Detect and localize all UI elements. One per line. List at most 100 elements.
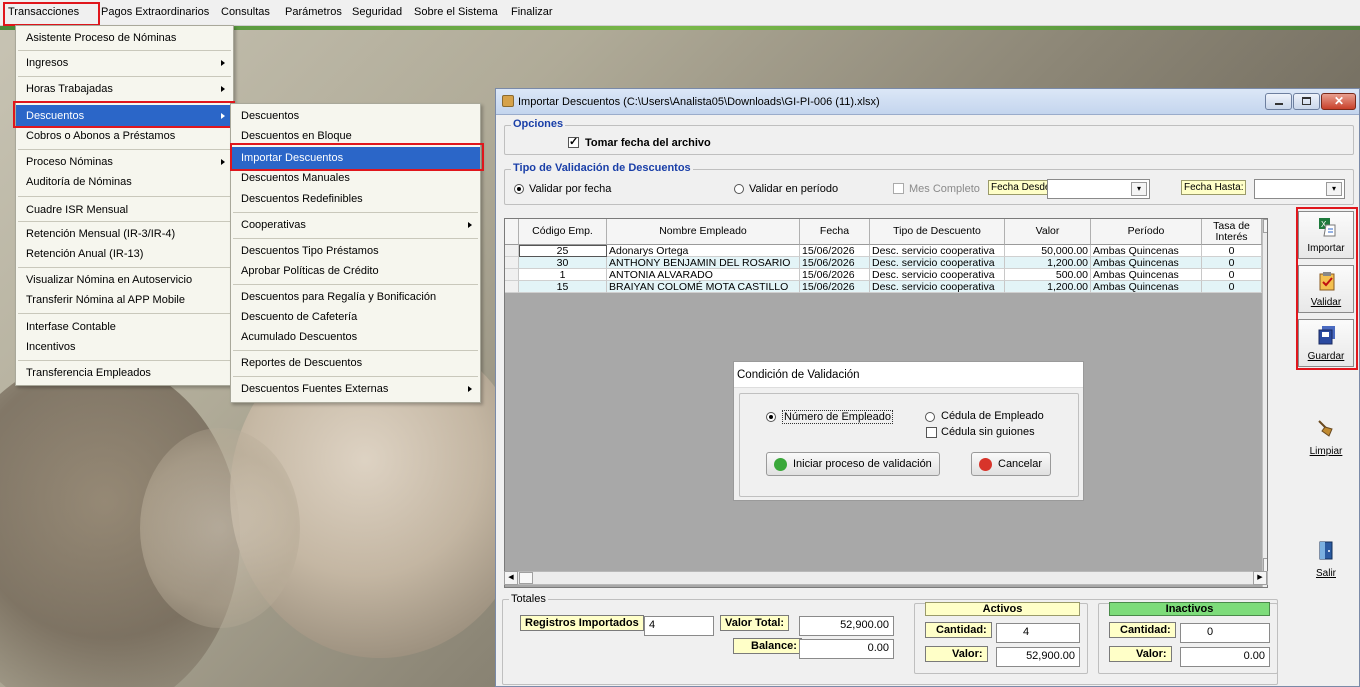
cell-nombre[interactable]: ANTONIA ALVARADO [607, 269, 800, 281]
col-header-fecha[interactable]: Fecha [800, 219, 870, 245]
cell-tipo[interactable]: Desc. servicio cooperativa [870, 269, 1005, 281]
menu-item-visualizar-nomina[interactable]: Visualizar Nómina en Autoservicio [16, 269, 233, 291]
minimize-icon [1275, 103, 1283, 105]
cell-tasa[interactable]: 0 [1202, 245, 1262, 257]
cell-periodo[interactable]: Ambas Quincenas [1091, 269, 1202, 281]
menu-item-descuentos-tipo-prestamos[interactable]: Descuentos Tipo Préstamos [231, 240, 480, 262]
menu-item-transferencia-empleados[interactable]: Transferencia Empleados [16, 362, 233, 384]
menu-item-asistente-proceso[interactable]: Asistente Proceso de Nóminas [16, 27, 233, 49]
mes-completo-checkbox[interactable] [893, 183, 904, 194]
cell-valor[interactable]: 1,200.00 [1005, 257, 1091, 269]
col-header-tasa[interactable]: Tasa de Interés [1202, 219, 1262, 245]
cell-fecha[interactable]: 15/06/2026 [800, 245, 870, 257]
cell-codigo[interactable]: 15 [519, 281, 607, 293]
cell-periodo[interactable]: Ambas Quincenas [1091, 257, 1202, 269]
tomar-fecha-checkbox[interactable] [568, 135, 579, 148]
menu-finalizar[interactable]: Finalizar [511, 6, 553, 18]
table-vertical-scrollbar[interactable]: ▲ ▼ [1262, 219, 1267, 587]
menu-item-transferir-nomina[interactable]: Transferir Nómina al APP Mobile [16, 289, 233, 311]
calendar-dropdown-icon[interactable]: ▾ [1131, 182, 1147, 196]
cell-tipo[interactable]: Desc. servicio cooperativa [870, 245, 1005, 257]
scroll-down-icon[interactable]: ▼ [1263, 558, 1267, 572]
salir-label: Salir [1315, 568, 1336, 579]
calendar-dropdown-icon[interactable]: ▾ [1326, 182, 1342, 196]
cell-valor[interactable]: 1,200.00 [1005, 281, 1091, 293]
menu-item-aprobar-politicas[interactable]: Aprobar Políticas de Crédito [231, 260, 480, 282]
maximize-button[interactable] [1293, 93, 1320, 110]
scroll-thumb[interactable] [519, 572, 533, 584]
menu-item-descuentos[interactable]: Descuentos [231, 105, 480, 127]
cell-tasa[interactable]: 0 [1202, 281, 1262, 293]
fecha-hasta-field[interactable]: ▾ [1254, 179, 1345, 199]
cancelar-button[interactable]: Cancelar [971, 452, 1051, 476]
scroll-up-icon[interactable]: ▲ [1263, 219, 1267, 233]
menu-pagos-extraordinarios[interactable]: Pagos Extraordinarios [101, 6, 209, 18]
opciones-group: Opciones Tomar fecha del archivo [504, 118, 1354, 155]
cell-tasa[interactable]: 0 [1202, 257, 1262, 269]
menu-item-regalia-bonificacion[interactable]: Descuentos para Regalía y Bonificación [231, 286, 480, 308]
menu-sobre-el-sistema[interactable]: Sobre el Sistema [414, 6, 498, 18]
menu-item-proceso-nominas[interactable]: Proceso Nóminas [16, 151, 233, 173]
salir-button[interactable]: Salir [1298, 535, 1354, 583]
numero-empleado-radio[interactable] [766, 412, 776, 422]
cell-codigo[interactable]: 1 [519, 269, 607, 281]
col-header-nombre[interactable]: Nombre Empleado [607, 219, 800, 245]
menubar: Transacciones Pagos Extraordinarios Cons… [0, 0, 1360, 26]
menu-item-cuadre-isr[interactable]: Cuadre ISR Mensual [16, 199, 233, 221]
menu-item-cobros-abonos[interactable]: Cobros o Abonos a Préstamos [16, 125, 233, 147]
cell-nombre[interactable]: ANTHONY BENJAMIN DEL ROSARIO [607, 257, 800, 269]
close-button[interactable]: ✕ [1321, 93, 1356, 110]
menu-consultas[interactable]: Consultas [221, 6, 270, 18]
cell-fecha[interactable]: 15/06/2026 [800, 257, 870, 269]
minimize-button[interactable] [1265, 93, 1292, 110]
cell-periodo[interactable]: Ambas Quincenas [1091, 281, 1202, 293]
cell-nombre[interactable]: Adonarys Ortega [607, 245, 800, 257]
cell-valor[interactable]: 50,000.00 [1005, 245, 1091, 257]
col-header-codigo[interactable]: Código Emp. [519, 219, 607, 245]
menu-seguridad[interactable]: Seguridad [352, 6, 402, 18]
cedula-empleado-radio[interactable] [925, 412, 935, 422]
menu-item-auditoria-nominas[interactable]: Auditoría de Nóminas [16, 171, 233, 193]
cell-periodo[interactable]: Ambas Quincenas [1091, 245, 1202, 257]
table-horizontal-scrollbar[interactable]: ◀ ▶ [504, 571, 1268, 585]
limpiar-button[interactable]: Limpiar [1298, 413, 1354, 461]
fecha-desde-field[interactable]: ▾ [1047, 179, 1150, 199]
scroll-right-icon[interactable]: ▶ [1253, 571, 1267, 585]
maximize-icon [1302, 97, 1311, 105]
cancelar-label: Cancelar [998, 458, 1043, 470]
menu-parametros[interactable]: Parámetros [285, 6, 342, 18]
iniciar-validacion-button[interactable]: Iniciar proceso de validación [766, 452, 940, 476]
cedula-sin-guiones-checkbox[interactable] [926, 427, 937, 438]
cell-valor[interactable]: 500.00 [1005, 269, 1091, 281]
col-header-tipo[interactable]: Tipo de Descuento [870, 219, 1005, 245]
scroll-left-icon[interactable]: ◀ [504, 571, 518, 585]
inactivos-valor-value: 0.00 [1180, 647, 1270, 667]
menu-item-interfase-contable[interactable]: Interfase Contable [16, 316, 233, 338]
menu-item-retencion-mensual[interactable]: Retención Mensual (IR-3/IR-4) [16, 223, 233, 245]
cell-fecha[interactable]: 15/06/2026 [800, 269, 870, 281]
menu-item-retencion-anual[interactable]: Retención Anual (IR-13) [16, 243, 233, 265]
cell-fecha[interactable]: 15/06/2026 [800, 281, 870, 293]
cell-codigo[interactable]: 25 [519, 245, 607, 257]
validar-por-fecha-radio[interactable] [514, 184, 524, 194]
inactivos-header: Inactivos [1109, 602, 1270, 616]
menu-item-cafeteria[interactable]: Descuento de Cafetería [231, 306, 480, 328]
cell-tipo[interactable]: Desc. servicio cooperativa [870, 257, 1005, 269]
menu-item-fuentes-externas[interactable]: Descuentos Fuentes Externas [231, 378, 480, 400]
menu-item-descuentos-redefinibles[interactable]: Descuentos Redefinibles [231, 188, 480, 210]
menu-item-horas-trabajadas[interactable]: Horas Trabajadas [16, 78, 233, 100]
play-green-icon [774, 458, 787, 471]
cell-tipo[interactable]: Desc. servicio cooperativa [870, 281, 1005, 293]
menu-item-cooperativas[interactable]: Cooperativas [231, 214, 480, 236]
menu-item-acumulado[interactable]: Acumulado Descuentos [231, 326, 480, 348]
menu-item-ingresos[interactable]: Ingresos [16, 52, 233, 74]
validar-en-periodo-radio[interactable] [734, 184, 744, 194]
col-header-periodo[interactable]: Período [1091, 219, 1202, 245]
cell-codigo[interactable]: 30 [519, 257, 607, 269]
menu-item-incentivos[interactable]: Incentivos [16, 336, 233, 358]
cell-nombre[interactable]: BRAIYAN COLOMÉ MOTA CASTILLO [607, 281, 800, 293]
totales-group: Totales Registros Importados 4 Valor Tot… [502, 593, 1278, 685]
cell-tasa[interactable]: 0 [1202, 269, 1262, 281]
menu-item-reportes[interactable]: Reportes de Descuentos [231, 352, 480, 374]
col-header-valor[interactable]: Valor [1005, 219, 1091, 245]
